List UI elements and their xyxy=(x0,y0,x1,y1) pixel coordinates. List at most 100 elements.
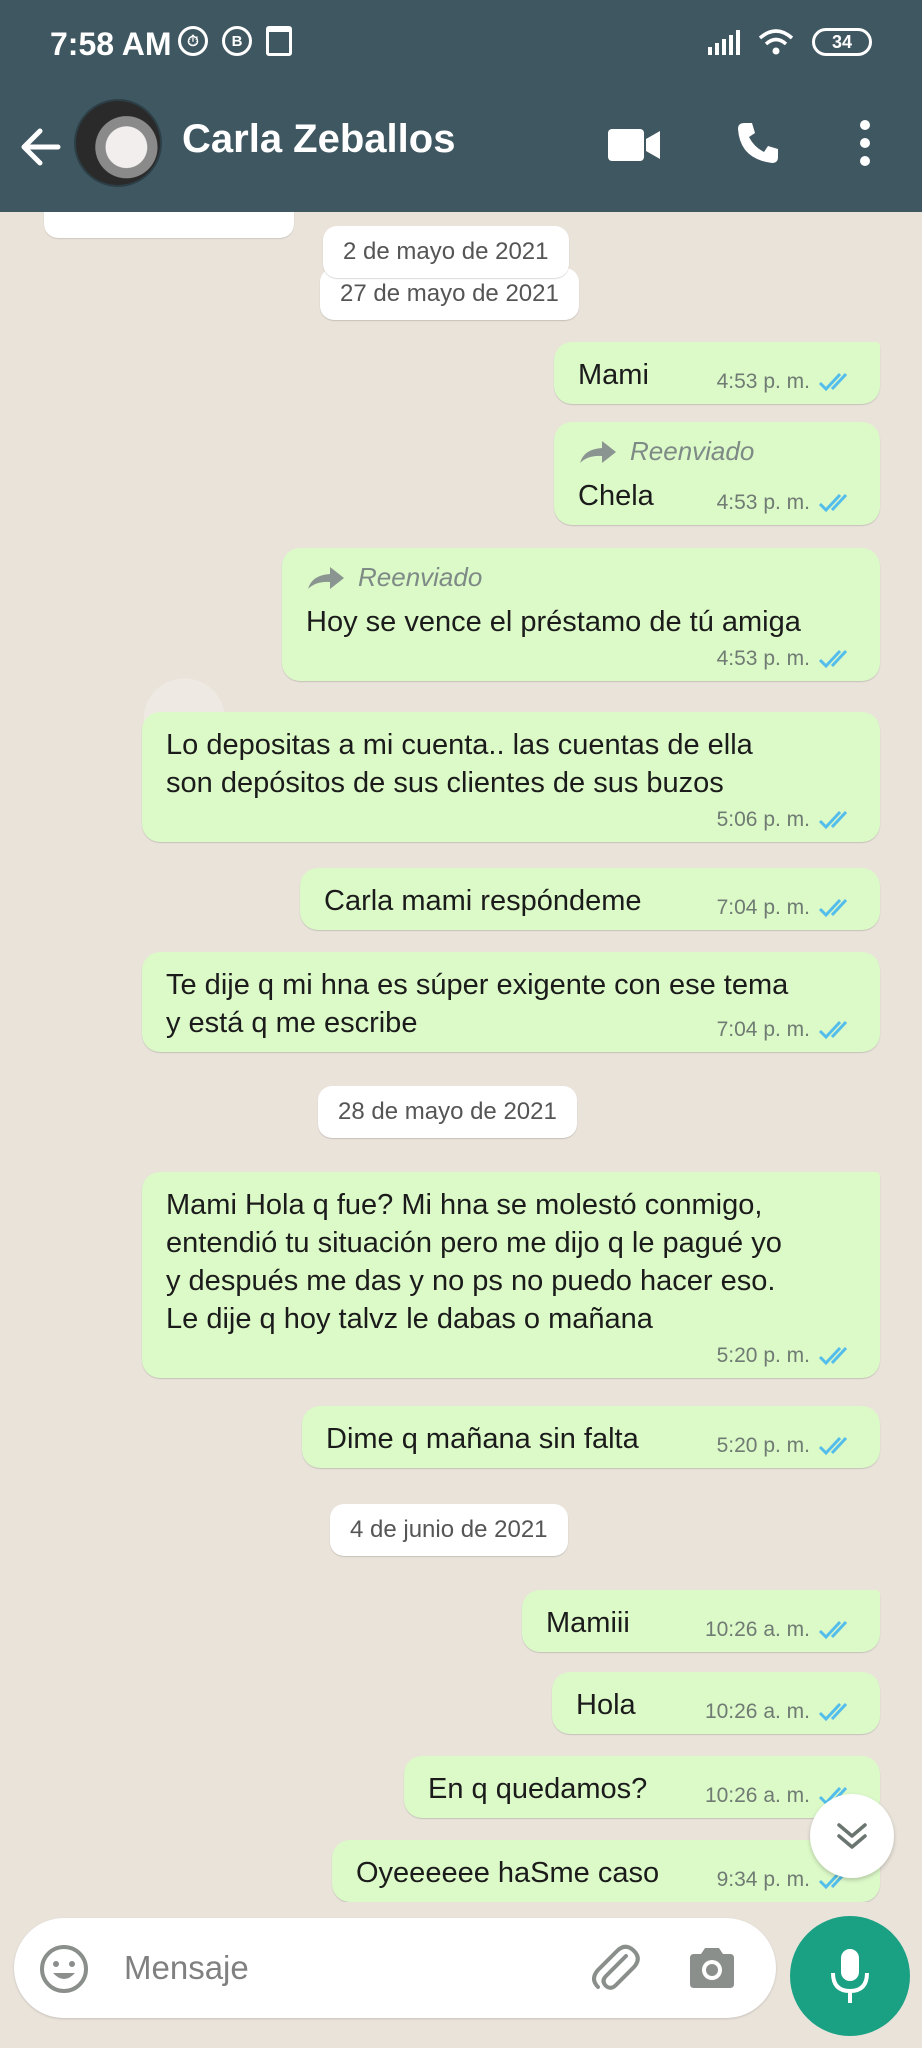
message-meta: 7:04 p. m. xyxy=(717,1018,858,1042)
message-time: 10:26 a. m. xyxy=(704,1618,810,1641)
forwarded-text: Reenviado xyxy=(630,436,755,466)
message-text: Chela xyxy=(578,480,654,512)
cutoff-message-bubble xyxy=(44,212,294,238)
battery-indicator: 34 xyxy=(812,28,872,56)
camera-icon[interactable] xyxy=(686,1944,738,1992)
input-bar xyxy=(0,1902,922,2048)
read-ticks-icon xyxy=(818,1436,848,1456)
message-text-line: Lo depositas a mi cuenta.. las cuentas d… xyxy=(166,729,753,761)
message-bubble[interactable]: Mamiii 10:26 a. m. xyxy=(522,1590,880,1652)
message-text: Hoy se vence el préstamo de tú amiga xyxy=(306,606,801,638)
read-ticks-icon xyxy=(818,1346,848,1366)
message-meta: 5:20 p. m. xyxy=(717,1434,858,1458)
date-chip: 4 de junio de 2021 xyxy=(330,1504,568,1556)
message-time: 5:20 p. m. xyxy=(716,1344,810,1367)
status-icons-left: ⏱ B xyxy=(178,26,292,56)
date-label: 2 de mayo de 2021 xyxy=(343,238,549,265)
message-time: 9:34 p. m. xyxy=(716,1868,810,1891)
message-text-line: y está q me escribe xyxy=(166,1007,418,1039)
message-text: Mami xyxy=(578,359,649,391)
message-text: Oyeeeeee haSme caso xyxy=(356,1857,660,1889)
read-ticks-icon xyxy=(818,372,848,392)
message-meta: 4:53 p. m. xyxy=(717,647,858,671)
message-text: Mamiii xyxy=(546,1607,630,1639)
message-meta: 4:53 p. m. xyxy=(717,491,858,515)
message-bubble[interactable]: Mami Hola q fue? Mi hna se molestó conmi… xyxy=(142,1172,880,1378)
message-bubble[interactable]: Lo depositas a mi cuenta.. las cuentas d… xyxy=(142,712,880,842)
date-chip-floating: 2 de mayo de 2021 xyxy=(323,226,569,278)
forward-arrow-icon xyxy=(308,566,344,589)
app-bar: Carla Zeballos xyxy=(0,95,922,212)
message-bubble[interactable]: Hola 10:26 a. m. xyxy=(552,1672,880,1734)
message-text: En q quedamos? xyxy=(428,1773,648,1805)
message-bubble[interactable]: Oyeeeeee haSme caso 9:34 p. m. xyxy=(332,1840,880,1902)
message-bubble[interactable]: Te dije q mi hna es súper exigente con e… xyxy=(142,952,880,1052)
message-input[interactable] xyxy=(124,1946,564,1990)
avatar[interactable] xyxy=(74,99,162,187)
scroll-to-bottom-button[interactable] xyxy=(810,1794,894,1878)
date-label: 28 de mayo de 2021 xyxy=(338,1098,557,1125)
message-text-line: entendió tu situación pero me dijo q le … xyxy=(166,1227,782,1259)
wifi-icon xyxy=(758,29,794,55)
message-text: Hola xyxy=(576,1689,636,1721)
mic-button[interactable] xyxy=(790,1916,910,2036)
message-time: 4:53 p. m. xyxy=(716,370,810,393)
emoji-icon[interactable] xyxy=(38,1943,90,1995)
message-meta: 5:06 p. m. xyxy=(717,808,858,832)
message-text-line: Mami Hola q fue? Mi hna se molestó conmi… xyxy=(166,1189,763,1221)
message-bubble[interactable]: Reenviado Hoy se vence el préstamo de tú… xyxy=(282,548,880,681)
back-arrow-icon[interactable] xyxy=(14,119,70,175)
message-bubble[interactable]: Dime q mañana sin falta 5:20 p. m. xyxy=(302,1406,880,1468)
alarm-icon: ⏱ xyxy=(178,26,208,56)
message-meta: 10:26 a. m. xyxy=(705,1700,858,1724)
read-ticks-icon xyxy=(818,1620,848,1640)
video-call-icon[interactable] xyxy=(606,125,662,165)
forwarded-label: Reenviado xyxy=(306,562,858,593)
message-meta: 5:20 p. m. xyxy=(717,1344,858,1368)
date-label: 4 de junio de 2021 xyxy=(350,1516,548,1543)
status-bar: 7:58 AM ⏱ B 34 xyxy=(0,0,922,90)
message-bubble[interactable]: En q quedamos? 10:26 a. m. xyxy=(404,1756,880,1818)
read-ticks-icon xyxy=(818,649,848,669)
read-ticks-icon xyxy=(818,1702,848,1722)
phone-icon[interactable] xyxy=(734,119,782,167)
read-ticks-icon xyxy=(818,898,848,918)
message-input-container xyxy=(14,1918,776,2018)
date-chip: 28 de mayo de 2021 xyxy=(318,1086,577,1138)
message-time: 5:20 p. m. xyxy=(716,1434,810,1457)
message-time: 4:53 p. m. xyxy=(716,491,810,514)
contact-name[interactable]: Carla Zeballos xyxy=(182,117,455,162)
message-text-line: Te dije q mi hna es súper exigente con e… xyxy=(166,969,789,1001)
forwarded-text: Reenviado xyxy=(358,562,483,592)
message-meta: 4:53 p. m. xyxy=(717,370,858,394)
chevron-double-down-icon xyxy=(837,1823,867,1849)
date-label: 27 de mayo de 2021 xyxy=(340,280,559,307)
message-text-line: Le dije q hoy talvz le dabas o mañana xyxy=(166,1303,653,1335)
menu-icon[interactable] xyxy=(850,117,880,169)
chat-area[interactable]: 27 de mayo de 2021 2 de mayo de 2021 Mam… xyxy=(0,212,922,1902)
message-time: 4:53 p. m. xyxy=(716,647,810,670)
message-text-line: y después me das y no ps no puedo hacer … xyxy=(166,1265,776,1297)
read-ticks-icon xyxy=(818,810,848,830)
message-bubble[interactable]: Carla mami respóndeme 7:04 p. m. xyxy=(300,868,880,930)
attach-icon[interactable] xyxy=(586,1940,642,1996)
trash-icon xyxy=(266,26,292,56)
message-time: 10:26 a. m. xyxy=(704,1784,810,1807)
message-time: 7:04 p. m. xyxy=(716,896,810,919)
message-text: Dime q mañana sin falta xyxy=(326,1423,639,1455)
message-bubble[interactable]: Reenviado Chela 4:53 p. m. xyxy=(554,422,880,525)
b-icon: B xyxy=(222,26,252,56)
message-text-line: son depósitos de sus clientes de sus buz… xyxy=(166,767,724,799)
read-ticks-icon xyxy=(818,493,848,513)
top-bar: 7:58 AM ⏱ B 34 Carla Zeballos xyxy=(0,0,922,212)
status-icons-right: 34 xyxy=(708,28,872,56)
message-time: 5:06 p. m. xyxy=(716,808,810,831)
signal-icon xyxy=(708,29,740,55)
message-time: 10:26 a. m. xyxy=(704,1700,810,1723)
message-bubble[interactable]: Mami 4:53 p. m. xyxy=(554,342,880,404)
status-time: 7:58 AM xyxy=(50,26,172,62)
forwarded-label: Reenviado xyxy=(578,436,858,467)
mic-icon xyxy=(831,1949,869,2003)
message-meta: 7:04 p. m. xyxy=(717,896,858,920)
message-text: Carla mami respóndeme xyxy=(324,885,642,917)
